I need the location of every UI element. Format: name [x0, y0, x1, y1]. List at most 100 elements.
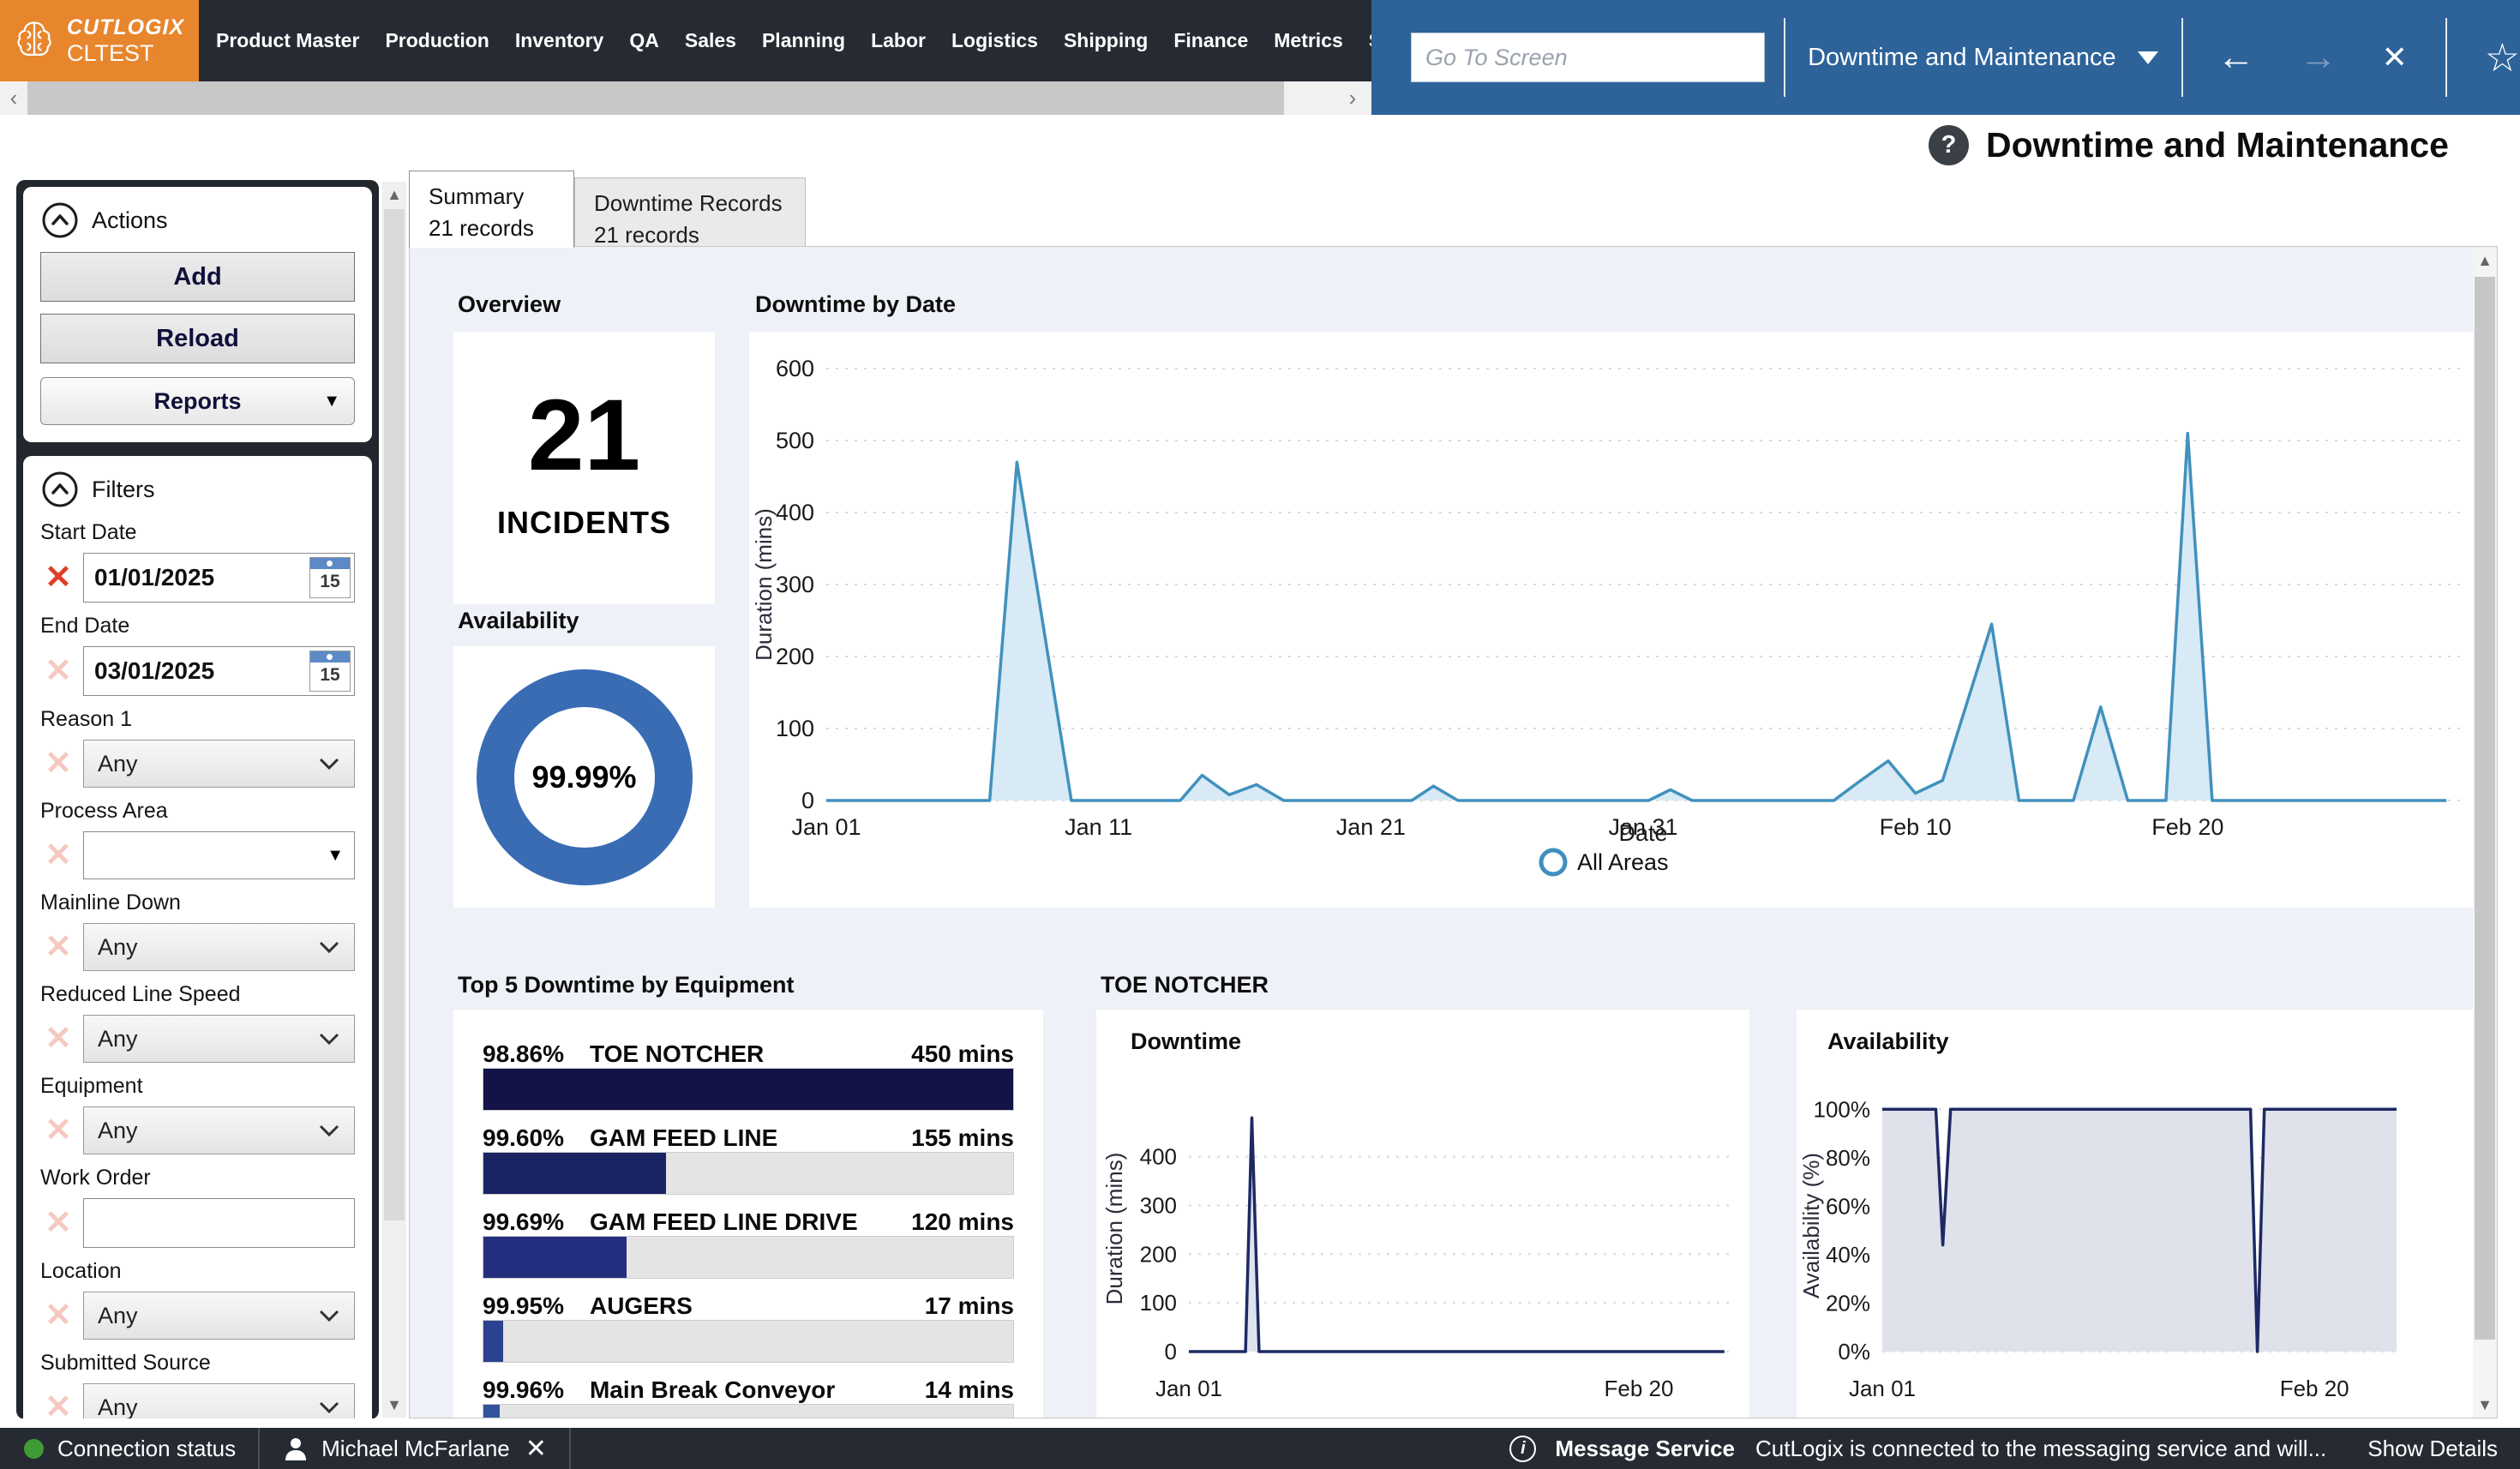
clear-reduced-line-speed-icon[interactable]: ✕	[40, 1022, 76, 1055]
add-button[interactable]: Add	[40, 252, 355, 302]
tab-downtime-records[interactable]: Downtime Records 21 records	[574, 177, 806, 248]
content-scrollbar-thumb[interactable]	[2475, 277, 2495, 1340]
menu-item-product-master[interactable]: Product Master	[216, 29, 359, 52]
sidebar-scroll-up-button[interactable]: ▲	[382, 182, 406, 207]
forward-arrow-button[interactable]: →	[2300, 39, 2337, 76]
logout-user-button[interactable]: ✕	[525, 1434, 547, 1464]
svg-text:500: 500	[776, 428, 814, 453]
clear-process-area-icon[interactable]: ✕	[40, 839, 76, 872]
menu-item-metrics[interactable]: Metrics	[1274, 29, 1343, 52]
menu-item-shipping[interactable]: Shipping	[1064, 29, 1148, 52]
top5-bar-track	[483, 1404, 1014, 1418]
clear-equipment-icon[interactable]: ✕	[40, 1114, 76, 1147]
clear-reason-1-icon[interactable]: ✕	[40, 747, 76, 780]
screen-selector-dropdown[interactable]: Downtime and Maintenance	[1808, 44, 2158, 72]
svg-text:200: 200	[776, 644, 814, 669]
svg-text:200: 200	[1140, 1241, 1177, 1267]
top5-bar-fill	[483, 1321, 503, 1362]
svg-text:80%: 80%	[1826, 1145, 1870, 1171]
svg-text:600: 600	[776, 356, 814, 381]
mainline-down-select[interactable]: Any	[83, 923, 355, 971]
start-date-calendar-icon[interactable]: 15	[309, 557, 351, 598]
svg-text:Jan 11: Jan 11	[1065, 814, 1132, 840]
clear-end-date-icon[interactable]: ✕	[40, 655, 76, 687]
top5-row-gam-feed-line: 99.60%GAM FEED LINE155 mins	[483, 1124, 1014, 1195]
scroll-left-button[interactable]: ‹	[0, 81, 27, 115]
menu-item-labor[interactable]: Labor	[871, 29, 926, 52]
go-to-screen-input[interactable]	[1411, 33, 1765, 82]
close-screen-button[interactable]: ✕	[2382, 42, 2408, 73]
mainline-down-value: Any	[98, 934, 138, 961]
svg-text:400: 400	[1140, 1144, 1177, 1170]
location-select[interactable]: Any	[83, 1292, 355, 1340]
main-menu: Product Master Production Inventory QA Sales…	[216, 0, 1371, 81]
page-title: Downtime and Maintenance	[1986, 125, 2449, 165]
menu-item-production[interactable]: Production	[385, 29, 489, 52]
svg-text:Duration (mins): Duration (mins)	[1101, 1153, 1127, 1305]
svg-text:Jan 01: Jan 01	[1155, 1376, 1222, 1401]
reason-1-select[interactable]: Any	[83, 740, 355, 788]
top5-equipment-name: Main Break Conveyor	[590, 1376, 899, 1404]
clear-location-icon[interactable]: ✕	[40, 1299, 76, 1332]
svg-text:Date: Date	[1618, 820, 1667, 846]
message-service-text: CutLogix is connected to the messaging s…	[1755, 1436, 2326, 1462]
page-header: ? Downtime and Maintenance	[1929, 125, 2449, 165]
location-value: Any	[98, 1303, 138, 1329]
reports-caret-icon: ▼	[323, 392, 340, 411]
reduced-line-speed-select[interactable]: Any	[83, 1015, 355, 1063]
top5-equipment-name: GAM FEED LINE DRIVE	[590, 1208, 885, 1236]
divider	[2181, 18, 2183, 97]
filter-label-work-order: Work Order	[40, 1166, 355, 1190]
incident-count: 21	[453, 385, 715, 486]
menu-item-planning[interactable]: Planning	[762, 29, 845, 52]
scroll-right-button[interactable]: ›	[1339, 81, 1366, 115]
help-icon[interactable]: ?	[1929, 125, 1969, 165]
work-order-input[interactable]	[83, 1198, 355, 1248]
collapse-filters-icon[interactable]	[40, 470, 80, 509]
process-area-select[interactable]: ▼	[83, 831, 355, 879]
equipment-value: Any	[98, 1118, 138, 1144]
reload-button[interactable]: Reload	[40, 314, 355, 363]
equipment-select[interactable]: Any	[83, 1106, 355, 1154]
filter-label-reason-1: Reason 1	[40, 707, 355, 732]
logged-in-user: Michael McFarlane	[321, 1436, 510, 1462]
reports-dropdown-button[interactable]: Reports ▼	[40, 377, 355, 425]
top5-downtime-mins: 17 mins	[925, 1292, 1014, 1320]
top5-row-gam-feed-line-drive: 99.69%GAM FEED LINE DRIVE120 mins	[483, 1208, 1014, 1279]
filter-label-end-date: End Date	[40, 614, 355, 639]
equipment-section-label: TOE NOTCHER	[1101, 972, 1269, 998]
menu-item-qa[interactable]: QA	[629, 29, 659, 52]
menu-item-inventory[interactable]: Inventory	[515, 29, 604, 52]
top5-row-toe-notcher: 98.86%TOE NOTCHER450 mins	[483, 1040, 1014, 1111]
menu-item-finance[interactable]: Finance	[1173, 29, 1248, 52]
content-scroll-up-button[interactable]: ▲	[2473, 248, 2497, 273]
brain-logo-icon	[10, 17, 58, 65]
top5-bar-fill	[483, 1237, 627, 1278]
sidebar-scrollbar-thumb[interactable]	[384, 209, 405, 1220]
clear-work-order-icon[interactable]: ✕	[40, 1207, 76, 1239]
horizontal-scrollbar-thumb[interactable]	[27, 81, 1284, 115]
tab-summary[interactable]: Summary 21 records	[409, 171, 574, 248]
svg-text:100: 100	[776, 716, 814, 741]
clear-start-date-icon[interactable]: ✕	[40, 561, 76, 594]
reason-1-chevron-icon	[318, 757, 340, 770]
filter-label-location: Location	[40, 1259, 355, 1284]
back-arrow-button[interactable]: ←	[2217, 39, 2255, 76]
reduced-line-speed-value: Any	[98, 1026, 138, 1052]
show-details-link[interactable]: Show Details	[2367, 1436, 2498, 1462]
sidebar-scrollbar: ▲ ▼	[382, 182, 406, 1418]
collapse-actions-icon[interactable]	[40, 201, 80, 240]
top5-downtime-mins: 14 mins	[925, 1376, 1014, 1404]
sidebar-scroll-down-button[interactable]: ▼	[382, 1392, 406, 1418]
content-scroll-down-button[interactable]: ▼	[2473, 1392, 2497, 1418]
clear-mainline-down-icon[interactable]: ✕	[40, 931, 76, 963]
menu-item-sales[interactable]: Sales	[685, 29, 736, 52]
menu-item-logistics[interactable]: Logistics	[951, 29, 1038, 52]
end-date-calendar-icon[interactable]: 15	[309, 651, 351, 692]
top5-equipment-name: TOE NOTCHER	[590, 1040, 885, 1068]
app-logo[interactable]: CUTLOGIX CLTEST	[0, 0, 199, 81]
user-icon	[282, 1435, 309, 1462]
svg-text:100: 100	[1140, 1290, 1177, 1316]
top5-availability-pct: 99.60%	[483, 1124, 564, 1152]
favorite-star-button[interactable]: ☆	[2485, 38, 2520, 77]
